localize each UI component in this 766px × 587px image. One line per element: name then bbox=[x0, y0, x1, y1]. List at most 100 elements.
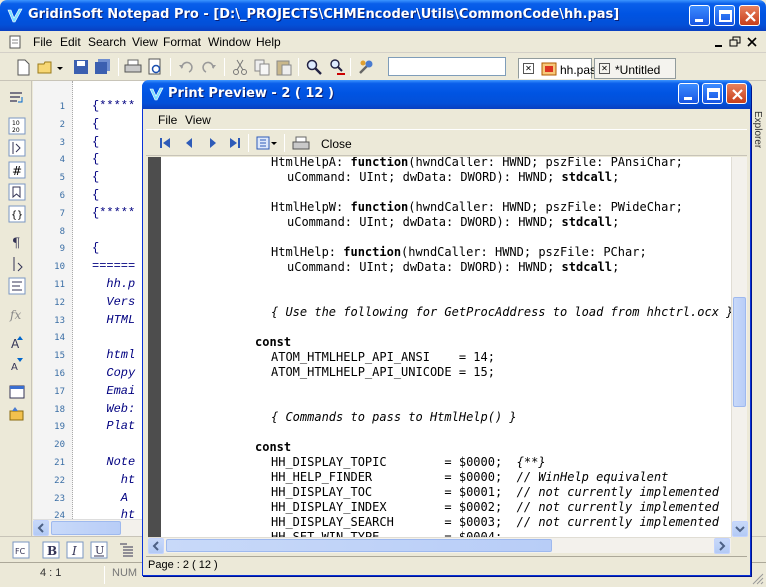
open-folder-icon[interactable] bbox=[37, 58, 55, 76]
menu-view[interactable]: View bbox=[132, 35, 158, 49]
next-page-icon[interactable] bbox=[206, 136, 220, 150]
format-lines-icon[interactable] bbox=[8, 277, 26, 295]
tab-untitled[interactable]: ✕ *Untitled bbox=[594, 58, 676, 79]
preview-page: HtmlHelpA: function(hwndCaller: HWND; ps… bbox=[161, 157, 733, 537]
cut-icon[interactable] bbox=[231, 58, 249, 76]
paste-icon[interactable] bbox=[275, 58, 293, 76]
editor-horizontal-scrollbar[interactable] bbox=[33, 519, 147, 536]
tab-close-icon[interactable]: ✕ bbox=[523, 63, 534, 74]
page-layout-icon[interactable] bbox=[256, 136, 278, 150]
print-icon[interactable] bbox=[124, 58, 142, 76]
preview-menu-view[interactable]: View bbox=[185, 113, 211, 127]
search-input[interactable] bbox=[388, 57, 506, 76]
code-line: hh.p bbox=[92, 277, 136, 291]
pilcrow-icon[interactable]: ¶ bbox=[8, 233, 26, 251]
document-icon[interactable] bbox=[8, 35, 22, 49]
code-line: A bbox=[92, 490, 136, 505]
last-page-icon[interactable] bbox=[228, 136, 242, 150]
new-file-icon[interactable] bbox=[14, 58, 32, 76]
open-dropdown-icon[interactable] bbox=[55, 58, 65, 76]
menu-window[interactable]: Window bbox=[208, 35, 251, 49]
line-numbers-icon[interactable]: 1020 bbox=[8, 117, 26, 135]
preview-code-line: uCommand: UInt; dwData: DWORD): HWND; st… bbox=[287, 170, 619, 184]
status-divider bbox=[104, 566, 105, 584]
indent-guide-icon[interactable] bbox=[8, 255, 26, 273]
menu-format[interactable]: Format bbox=[163, 35, 201, 49]
scroll-thumb[interactable] bbox=[166, 539, 552, 552]
code-editor[interactable]: 1 2 3 4 5 6 7 8 9 10 11 12 13 14 15 16 17 18 19 20 21 22 23 24{… bbox=[33, 81, 147, 536]
code-text: HH_DISPLAY_SEARCH = $0003; bbox=[271, 515, 517, 529]
save-icon[interactable] bbox=[72, 58, 90, 76]
find-icon[interactable] bbox=[305, 58, 323, 76]
preview-vertical-scrollbar[interactable] bbox=[731, 157, 748, 537]
print-preview-title-bar[interactable]: Print Preview - 2 ( 12 ) bbox=[142, 80, 751, 109]
save-all-icon[interactable] bbox=[94, 58, 112, 76]
keyword: const bbox=[255, 440, 292, 454]
macro-icon[interactable] bbox=[8, 405, 26, 423]
function-icon[interactable]: fx bbox=[8, 305, 26, 323]
menu-edit[interactable]: Edit bbox=[60, 35, 81, 49]
font-increase-icon[interactable]: A bbox=[8, 333, 26, 351]
print-preview-title: Print Preview - 2 ( 12 ) bbox=[168, 86, 334, 101]
line-number: 23 bbox=[54, 493, 65, 504]
mdi-close-icon[interactable] bbox=[745, 35, 759, 49]
scroll-left-button[interactable] bbox=[33, 520, 49, 536]
minimize-button[interactable] bbox=[689, 5, 710, 26]
code-text: HH_SET_WIN_TYPE = $0004; bbox=[271, 530, 503, 537]
scroll-right-button[interactable] bbox=[714, 538, 730, 554]
line-number: 10 bbox=[54, 262, 65, 273]
align-icon[interactable] bbox=[118, 541, 136, 559]
mdi-minimize-icon[interactable] bbox=[712, 35, 726, 49]
preview-minimize-button[interactable] bbox=[678, 83, 699, 104]
preview-menu-file[interactable]: File bbox=[158, 113, 177, 127]
mdi-restore-icon[interactable] bbox=[728, 35, 742, 49]
redo-icon[interactable] bbox=[200, 58, 218, 76]
previous-page-icon[interactable] bbox=[182, 136, 196, 150]
maximize-icon bbox=[707, 88, 720, 100]
hash-icon[interactable]: # bbox=[8, 161, 26, 179]
close-icon bbox=[745, 11, 756, 22]
print-icon[interactable] bbox=[292, 136, 310, 152]
preview-viewport[interactable]: HtmlHelpA: function(hwndCaller: HWND; ps… bbox=[148, 157, 746, 537]
close-button[interactable] bbox=[739, 5, 760, 26]
font-decrease-icon[interactable]: A bbox=[8, 355, 26, 373]
preview-close-text-button[interactable]: Close bbox=[321, 137, 352, 151]
scroll-thumb[interactable] bbox=[51, 521, 121, 535]
tab-close-icon[interactable]: ✕ bbox=[599, 63, 610, 74]
code-line: { bbox=[92, 152, 100, 167]
preview-code-line: HH_DISPLAY_TOC = $0001; // not currently… bbox=[271, 485, 719, 499]
toolbar-separator bbox=[248, 134, 249, 152]
font-dialog-icon[interactable]: FC bbox=[12, 541, 30, 559]
underline-icon[interactable]: U bbox=[90, 541, 108, 559]
print-preview-icon[interactable] bbox=[146, 58, 164, 76]
preview-horizontal-scrollbar[interactable] bbox=[148, 537, 731, 554]
main-title-bar[interactable]: GridinSoft Notepad Pro - [D:\_PROJECTS\C… bbox=[0, 0, 766, 31]
resize-grip-icon[interactable] bbox=[750, 571, 764, 585]
word-wrap-icon[interactable] bbox=[8, 89, 26, 107]
tools-icon[interactable] bbox=[357, 58, 375, 76]
bold-icon[interactable]: B bbox=[42, 541, 60, 559]
code-text: (hwndCaller: HWND; pszFile: PAnsiChar; bbox=[408, 157, 683, 169]
comment: // not currently implemented bbox=[516, 500, 719, 514]
maximize-button[interactable] bbox=[714, 5, 735, 26]
gutter-icon[interactable] bbox=[8, 139, 26, 157]
preview-maximize-button[interactable] bbox=[702, 83, 723, 104]
preview-code-line: HH_HELP_FINDER = $0000; // WinHelp equiv… bbox=[271, 470, 668, 484]
copy-icon[interactable] bbox=[253, 58, 271, 76]
menu-search[interactable]: Search bbox=[88, 35, 126, 49]
scroll-down-button[interactable] bbox=[732, 521, 748, 537]
replace-icon[interactable] bbox=[328, 58, 346, 76]
scroll-thumb[interactable] bbox=[733, 297, 746, 407]
preview-close-button[interactable] bbox=[726, 83, 747, 104]
window-icon[interactable] bbox=[8, 383, 26, 401]
undo-icon[interactable] bbox=[177, 58, 195, 76]
italic-icon[interactable]: I bbox=[66, 541, 84, 559]
menu-file[interactable]: File bbox=[33, 35, 52, 49]
scroll-left-button[interactable] bbox=[148, 538, 164, 554]
tab-hh-pas[interactable]: ✕ hh.pas bbox=[518, 58, 596, 79]
bookmark-icon[interactable] bbox=[8, 183, 26, 201]
menu-help[interactable]: Help bbox=[256, 35, 281, 49]
first-page-icon[interactable] bbox=[158, 136, 172, 150]
menu-bar: File Edit Search View Format Window Help bbox=[0, 31, 766, 53]
brace-match-icon[interactable]: {} bbox=[8, 205, 26, 223]
